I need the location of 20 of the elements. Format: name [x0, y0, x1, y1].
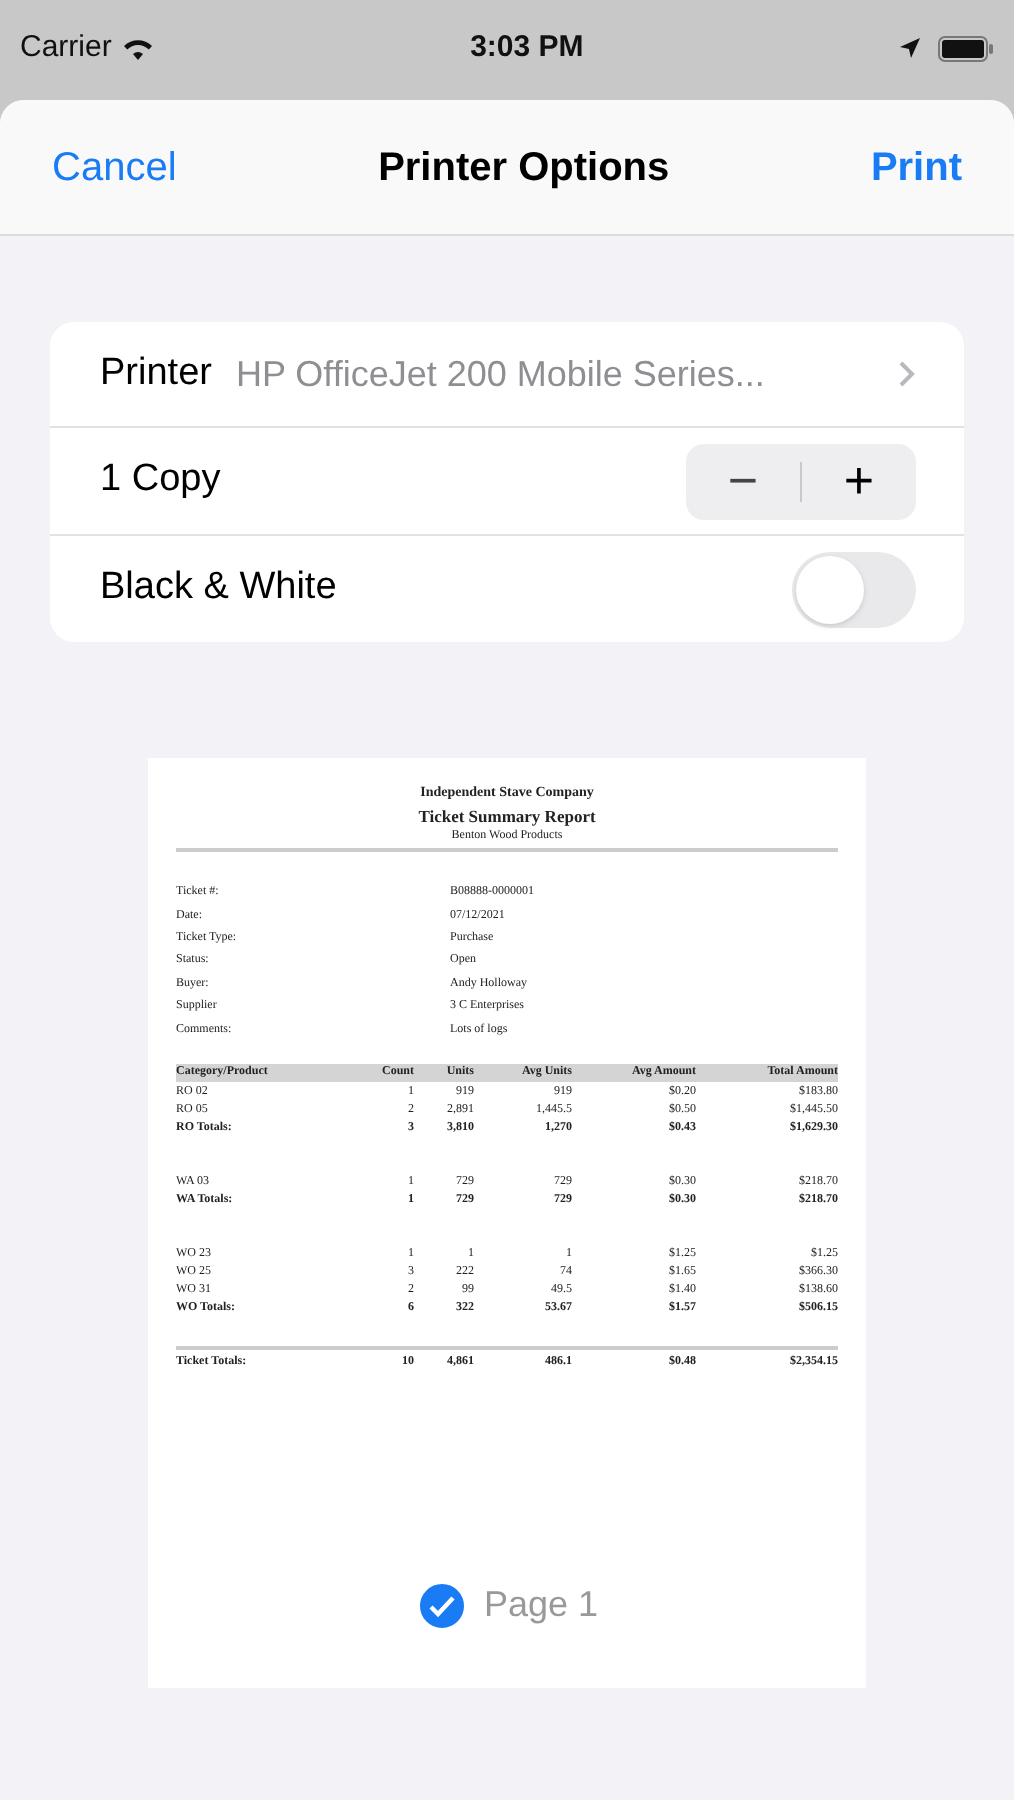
printer-label: Printer — [100, 349, 212, 398]
sheet-title: Printer Options — [378, 143, 670, 193]
copies-label: 1 Copy — [100, 456, 223, 505]
chevron-icon — [898, 360, 916, 388]
page-preview[interactable] — [148, 758, 866, 1688]
monochrome-label: Black & White — [100, 564, 339, 613]
increment-button[interactable]: + — [802, 442, 916, 520]
clock: 3:03 PM — [470, 27, 584, 68]
printer-row[interactable]: Printer HP OfficeJet 200 Mobile Series... — [50, 322, 964, 428]
carrier-label: Carrier — [20, 27, 112, 68]
decrement-button[interactable]: − — [686, 442, 800, 520]
report-title: Ticket Summary Report — [418, 803, 596, 829]
printer-value: HP OfficeJet 200 Mobile Series... — [235, 351, 767, 397]
wifi-icon — [119, 35, 156, 61]
page-label: Page 1 — [483, 1582, 599, 1628]
battery-icon — [937, 35, 994, 61]
cancel-button[interactable]: Cancel — [52, 137, 177, 197]
print-button[interactable]: Print — [870, 137, 962, 197]
toggle-switch[interactable] — [792, 551, 916, 627]
location-icon — [897, 36, 922, 60]
